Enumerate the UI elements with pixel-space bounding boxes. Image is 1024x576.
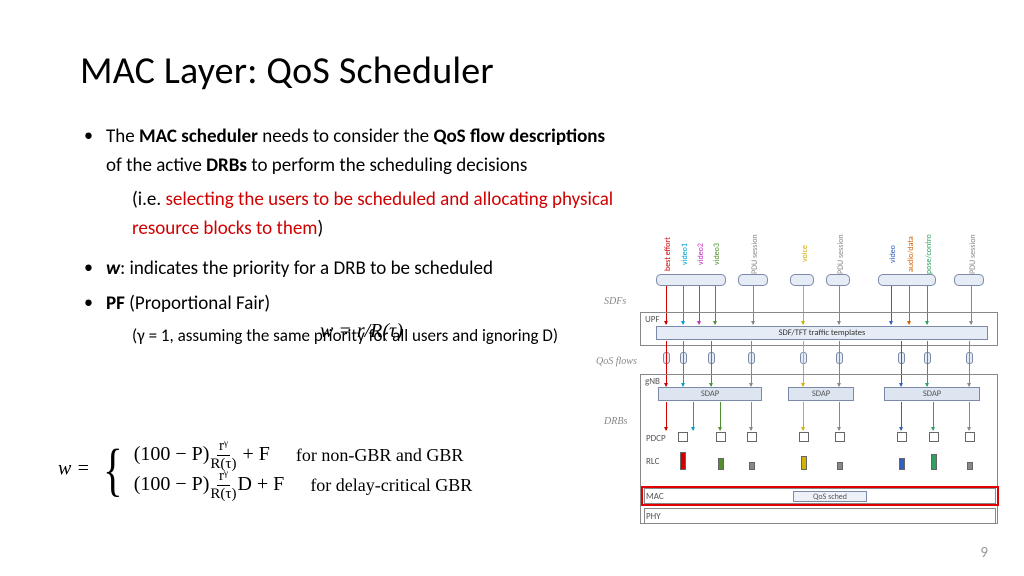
- rlc-buf: [801, 456, 807, 470]
- text: The: [106, 125, 139, 148]
- denominator: R(τ): [210, 486, 236, 502]
- arrow-icon: [803, 402, 804, 430]
- arrow-icon: [666, 402, 667, 430]
- sq: [929, 432, 939, 442]
- pdu-box: [954, 274, 984, 286]
- sdap-box: SDAP: [788, 387, 854, 401]
- formula-inline: w = r/R(τ): [320, 320, 403, 343]
- pdu-box: [738, 274, 768, 286]
- sdap-box: SDAP: [658, 387, 762, 401]
- fraction: rᵞR(τ): [210, 469, 236, 502]
- sq: [897, 432, 907, 442]
- layer-pdcp: PDCP: [646, 433, 666, 444]
- text: ): [317, 217, 323, 240]
- row-label-drbs: DRBs: [604, 416, 627, 427]
- expr: (100 − P)rᵞR(τ) + F: [134, 439, 270, 472]
- arrow-icon: [839, 402, 840, 430]
- formula-lhs: w =: [58, 458, 90, 480]
- arrow-icon: [901, 402, 902, 430]
- highlighted-text: selecting the users to be scheduled and …: [132, 188, 613, 240]
- row-label-sdfs: SDFs: [604, 296, 626, 307]
- text: + F: [237, 443, 269, 465]
- pdu-box: [826, 274, 850, 286]
- vlabel: video2: [696, 234, 706, 274]
- vlabel: video: [888, 234, 898, 274]
- rlc-buf: [967, 462, 973, 470]
- variable-w: w: [106, 257, 120, 280]
- vlabel: pose/contro: [924, 234, 934, 274]
- bullet-1-sub: (i.e. selecting the users to be schedule…: [106, 185, 620, 244]
- expr: (100 − P)rᵞR(τ)D + F: [134, 469, 285, 502]
- sq: [678, 432, 688, 442]
- arrow-icon: [969, 402, 970, 430]
- qos-sched-box: QoS sched: [793, 491, 867, 502]
- text: : indicates the priority for a DRB to be…: [120, 257, 493, 280]
- sq: [716, 432, 726, 442]
- sq: [799, 432, 809, 442]
- row-label-qosflows: QoS flows: [596, 356, 637, 367]
- arrow-icon: [933, 402, 934, 430]
- bold-text: PF: [106, 292, 125, 315]
- text: D + F: [237, 473, 284, 495]
- vlabel: audio/data: [906, 234, 916, 274]
- layer-phy: PHY: [646, 511, 661, 522]
- sq: [747, 432, 757, 442]
- vlabel: best effort: [663, 234, 673, 274]
- sq: [835, 432, 845, 442]
- layer-rlc: RLC: [646, 456, 659, 467]
- case-label: for delay-critical GBR: [296, 475, 472, 496]
- brace-icon: {: [103, 441, 122, 499]
- sdap-box: SDAP: [884, 387, 980, 401]
- vlabel: PDU session: [968, 234, 978, 274]
- gnb-label: gNB: [645, 376, 660, 387]
- vlabel: voice: [800, 234, 810, 274]
- bullet-1: The MAC scheduler needs to consider the …: [80, 122, 620, 244]
- vlabel: video1: [680, 234, 690, 274]
- phy-bar: [644, 508, 996, 524]
- rlc-buf: [837, 462, 843, 470]
- pdu-box: [878, 274, 936, 286]
- text: to perform the scheduling decisions: [247, 154, 527, 177]
- formula-cases: (100 − P)rᵞR(τ) + F for non-GBR and GBR …: [134, 440, 473, 500]
- rlc-buf: [749, 462, 755, 470]
- text: of the active: [106, 154, 206, 177]
- arrow-icon: [693, 402, 694, 430]
- arrow-icon: [751, 402, 752, 430]
- text: needs to consider the: [258, 125, 434, 148]
- architecture-diagram: best effort video1 video2 video3 PDU ses…: [608, 234, 1008, 540]
- vlabel: PDU session: [836, 234, 846, 274]
- arrow-icon: [720, 402, 721, 430]
- pdu-box: [656, 274, 726, 286]
- bold-text: QoS flow descriptions: [433, 125, 605, 148]
- rlc-buf: [718, 458, 724, 470]
- numerator: rᵞ: [217, 439, 230, 456]
- tft-bar: SDF/TFT traffic templates: [656, 326, 988, 340]
- formula-piecewise: w = { (100 − P)rᵞR(τ) + F for non-GBR an…: [58, 440, 472, 500]
- bullet-list: The MAC scheduler needs to consider the …: [80, 122, 620, 349]
- vlabel: PDU session: [750, 234, 760, 274]
- sq: [965, 432, 975, 442]
- pdu-box: [790, 274, 814, 286]
- slide: MAC Layer: QoS Scheduler The MAC schedul…: [0, 0, 1024, 576]
- text: (100 − P): [134, 473, 210, 495]
- bold-text: DRBs: [206, 154, 247, 177]
- case-label: for non-GBR and GBR: [282, 445, 464, 466]
- rlc-buf: [931, 454, 937, 470]
- slide-title: MAC Layer: QoS Scheduler: [80, 48, 964, 94]
- bullet-2: w: indicates the priority for a DRB to b…: [80, 254, 620, 283]
- case-row-2: (100 − P)rᵞR(τ)D + F for delay-critical …: [134, 470, 473, 500]
- fraction: rᵞR(τ): [210, 439, 236, 472]
- rlc-buf: [680, 452, 686, 470]
- text: (Proportional Fair): [125, 292, 270, 315]
- rlc-buf: [899, 458, 905, 470]
- text: (100 − P): [134, 443, 210, 465]
- numerator: rᵞ: [217, 469, 230, 486]
- upf-label: UPF: [645, 314, 660, 325]
- page-number: 9: [980, 544, 988, 562]
- case-row-1: (100 − P)rᵞR(τ) + F for non-GBR and GBR: [134, 440, 473, 470]
- vlabel: video3: [712, 234, 722, 274]
- bold-text: MAC scheduler: [139, 125, 258, 148]
- text: (i.e.: [132, 188, 165, 211]
